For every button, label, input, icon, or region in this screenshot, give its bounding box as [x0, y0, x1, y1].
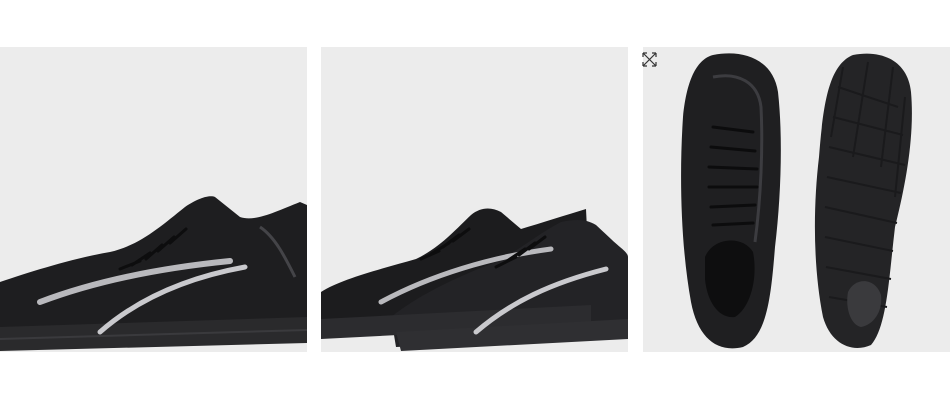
- gallery-image-1[interactable]: [0, 47, 307, 352]
- gallery-image-2[interactable]: [321, 47, 628, 352]
- expand-arrows-icon[interactable]: [641, 51, 658, 68]
- shoe-pair-angled-image: [321, 208, 628, 351]
- shoe-side-view-image: [0, 196, 307, 351]
- product-image-gallery: [0, 0, 950, 400]
- gallery-image-3[interactable]: [643, 47, 950, 352]
- shoe-top-and-sole-image: [681, 53, 912, 349]
